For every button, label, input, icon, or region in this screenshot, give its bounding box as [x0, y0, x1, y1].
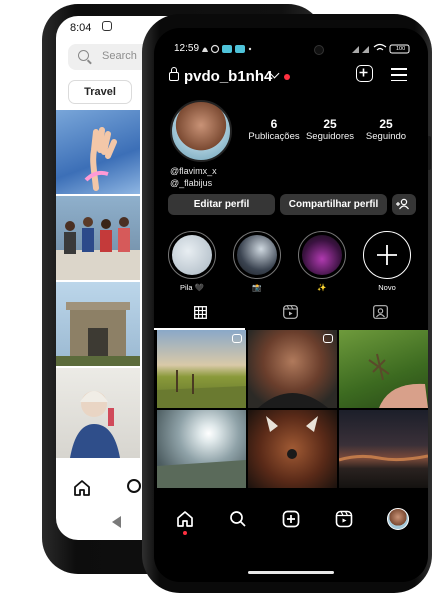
- home-icon[interactable]: [176, 510, 194, 528]
- edit-profile-button[interactable]: Editar perfil: [168, 194, 275, 215]
- status-time: 8:04: [70, 22, 92, 34]
- highlight-ring: [168, 231, 216, 279]
- bottom-navigation: [154, 500, 428, 540]
- post-thumbnail[interactable]: [339, 410, 428, 488]
- create-icon[interactable]: [282, 510, 300, 528]
- profile-username[interactable]: pvdo_b1nh4: [184, 68, 272, 85]
- post-thumbnail[interactable]: [339, 330, 428, 408]
- dog-filter-selfie-image: [266, 416, 318, 459]
- bio-mention[interactable]: @_flabijus: [170, 178, 212, 188]
- highlight-label: ✨: [317, 283, 327, 292]
- search-icon: [78, 50, 89, 61]
- menu-icon[interactable]: [391, 68, 407, 85]
- stat-value: 25: [323, 117, 337, 131]
- hand-insect-image: [368, 353, 428, 408]
- highlight-camera[interactable]: 📸: [233, 231, 287, 292]
- new-post-icon[interactable]: [356, 65, 373, 82]
- highlight-label: 📸: [252, 283, 262, 292]
- stat-posts[interactable]: 6 Publicações: [242, 117, 306, 142]
- highlight-pila[interactable]: Pila 🖤: [168, 231, 222, 292]
- post-thumbnail[interactable]: [248, 330, 337, 408]
- add-person-button[interactable]: [392, 194, 416, 215]
- highlight-ring: [233, 231, 281, 279]
- lock-icon: [169, 67, 179, 81]
- stat-followers[interactable]: 25 Seguidores: [298, 117, 362, 142]
- add-person-icon: [396, 198, 409, 210]
- back-nav-icon[interactable]: [112, 516, 121, 528]
- profile-avatar[interactable]: [170, 100, 232, 162]
- highlight-new[interactable]: Novo: [363, 231, 417, 292]
- front-phone-screen: 12:59 100 pvdo_b1nh4 6 Publicações 25 Se…: [154, 28, 428, 582]
- profile-avatar-nav[interactable]: [387, 508, 409, 530]
- post-thumbnail[interactable]: [248, 410, 337, 488]
- stat-following[interactable]: 25 Seguindo: [354, 117, 418, 142]
- highlight-ring: [298, 231, 346, 279]
- gesture-home-bar[interactable]: [248, 571, 334, 574]
- notification-dot: [284, 74, 290, 80]
- monument-image: [56, 302, 140, 366]
- front-camera: [314, 45, 324, 55]
- search-icon[interactable]: [229, 510, 247, 528]
- reels-nav-icon[interactable]: [335, 510, 353, 528]
- highlight-label: Pila 🖤: [180, 283, 204, 292]
- explore-tile[interactable]: [56, 196, 140, 280]
- woman-image: [70, 391, 120, 458]
- explore-tile[interactable]: [56, 282, 140, 366]
- new-highlight-ring: [363, 231, 411, 279]
- sunset-image: [339, 454, 428, 462]
- stat-label: Publicações: [248, 131, 300, 142]
- stat-label: Seguindo: [365, 131, 407, 142]
- stat-value: 6: [270, 117, 278, 131]
- people-image: [56, 217, 140, 280]
- post-thumbnail[interactable]: [157, 330, 246, 408]
- search-placeholder: Search: [102, 50, 137, 62]
- post-thumbnail[interactable]: [157, 410, 246, 488]
- share-profile-button[interactable]: Compartilhar perfil: [280, 194, 387, 215]
- reel-badge-icon: [323, 334, 333, 343]
- bio-mention[interactable]: @flavimx_x: [170, 166, 217, 176]
- category-chip-travel[interactable]: Travel: [68, 80, 132, 104]
- tagged-icon[interactable]: [373, 305, 388, 319]
- highlight-sparkles[interactable]: ✨: [298, 231, 352, 292]
- status-time: 12:59: [174, 43, 200, 54]
- explore-tile[interactable]: [56, 110, 140, 194]
- reels-icon[interactable]: [283, 305, 298, 319]
- notification-icons: [202, 44, 252, 54]
- reel-badge-icon: [232, 334, 242, 343]
- hand-image: [84, 127, 117, 191]
- explore-tile[interactable]: [56, 368, 140, 458]
- grid-icon[interactable]: [194, 306, 207, 319]
- sun-sky-image: [157, 460, 246, 488]
- home-notification-dot: [183, 531, 187, 535]
- plus-icon: [377, 245, 397, 265]
- stat-value: 25: [379, 117, 393, 131]
- instagram-icon: [102, 21, 112, 31]
- home-icon[interactable]: [72, 478, 92, 498]
- stat-label: Seguidores: [305, 131, 355, 142]
- highlight-label: Novo: [378, 283, 396, 292]
- battery-level: 100: [396, 46, 406, 52]
